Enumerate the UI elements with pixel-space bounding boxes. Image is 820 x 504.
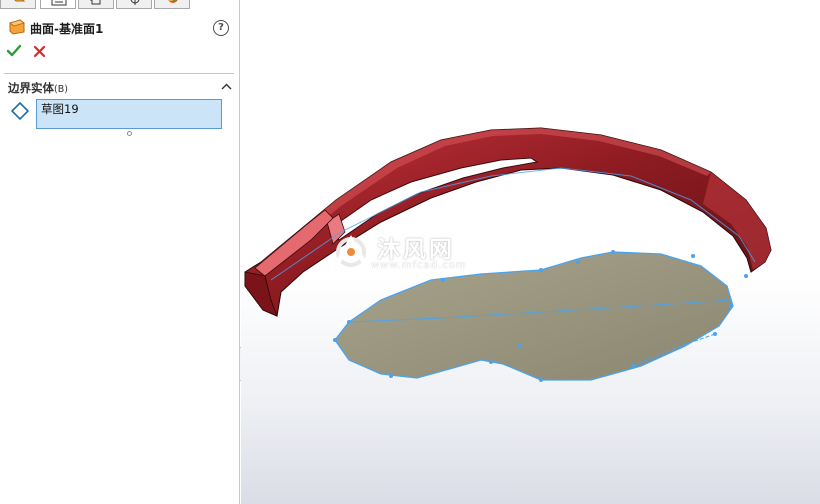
watermark-url: www.mfcad.com bbox=[371, 260, 467, 271]
tab-display-manager[interactable] bbox=[154, 0, 190, 9]
boundary-section-shortcut: (B) bbox=[54, 84, 68, 95]
boundary-section-label: 边界实体 bbox=[8, 81, 54, 95]
graphics-area[interactable]: 沐风网 www.mfcad.com bbox=[241, 0, 820, 504]
help-icon[interactable]: ? bbox=[213, 20, 229, 36]
appearance-icon bbox=[168, 0, 178, 3]
manager-tabs bbox=[0, 0, 240, 10]
feature-title-row: 曲面-基准面1 ? bbox=[8, 19, 233, 37]
property-list-icon bbox=[51, 0, 67, 6]
crosshair-icon bbox=[130, 0, 140, 5]
section-divider bbox=[4, 73, 234, 74]
boundary-section-header[interactable]: 边界实体(B) bbox=[8, 80, 234, 96]
tab-dimxpert-manager[interactable] bbox=[116, 0, 152, 9]
chevron-up-icon[interactable] bbox=[221, 83, 232, 91]
configuration-icon bbox=[90, 0, 101, 5]
feature-title: 曲面-基准面1 bbox=[30, 22, 104, 36]
check-icon[interactable] bbox=[6, 44, 22, 58]
tab-property-manager[interactable] bbox=[40, 0, 76, 9]
watermark-text: 沐风网 bbox=[377, 237, 455, 263]
mfcad-logo-icon bbox=[334, 235, 368, 267]
boundary-entity-icon bbox=[11, 102, 29, 120]
boundary-section-title: 边界实体(B) bbox=[8, 80, 68, 96]
list-resize-handle[interactable] bbox=[127, 131, 132, 136]
tab-configuration-manager[interactable] bbox=[78, 0, 114, 9]
model-3d-view[interactable] bbox=[241, 0, 820, 504]
x-icon[interactable] bbox=[33, 45, 47, 58]
watermark: 沐风网 www.mfcad.com bbox=[331, 230, 491, 276]
boundary-entity-list[interactable]: 草图19 bbox=[36, 99, 222, 129]
list-item[interactable]: 草图19 bbox=[41, 101, 79, 117]
surface-planar-icon bbox=[9, 19, 25, 35]
property-manager-panel: 曲面-基准面1 ? 边界实体(B) 草图19 bbox=[0, 0, 240, 504]
tab-feature-manager[interactable] bbox=[0, 0, 36, 9]
feature-tree-icon bbox=[14, 0, 26, 2]
